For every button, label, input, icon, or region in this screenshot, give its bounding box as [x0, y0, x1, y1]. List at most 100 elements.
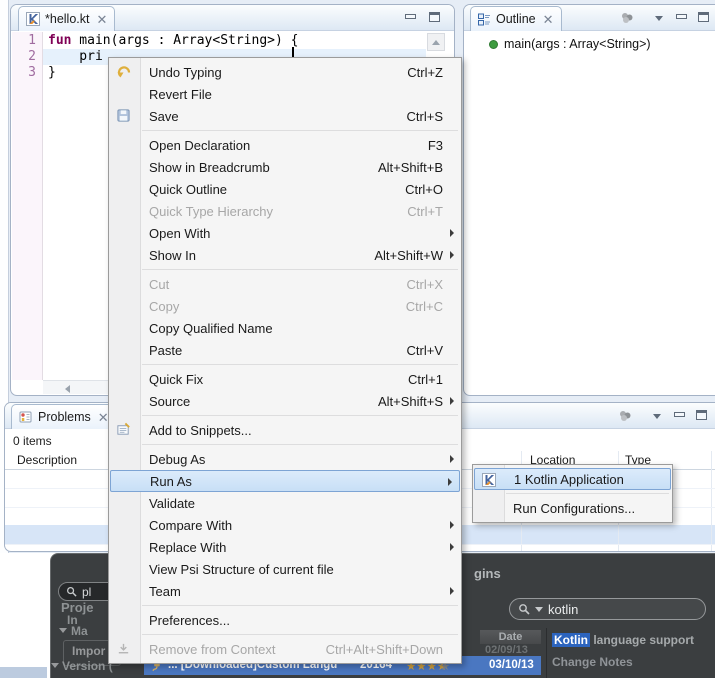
line-number-gutter: 1 2 3	[12, 32, 43, 380]
submenu-item-kotlin-application[interactable]: 1 Kotlin Application	[474, 468, 671, 490]
menu-separator	[506, 493, 669, 494]
undo-icon	[116, 64, 132, 80]
menu-item-copy: CopyCtrl+C	[109, 295, 461, 317]
menu-item-source[interactable]: SourceAlt+Shift+S	[109, 390, 461, 412]
menu-item-quick-fix[interactable]: Quick FixCtrl+1	[109, 368, 461, 390]
menu-item-add-to-snippets[interactable]: Add to Snippets...	[109, 419, 461, 441]
editor-tab-hello-kt[interactable]: *hello.kt ✕	[18, 6, 115, 31]
menu-item-validate[interactable]: Validate	[109, 492, 461, 514]
menu-separator	[142, 269, 458, 270]
menu-item-show-in[interactable]: Show InAlt+Shift+W	[109, 244, 461, 266]
menu-separator	[142, 634, 458, 635]
minimize-icon[interactable]	[674, 412, 685, 417]
menu-item-revert-file[interactable]: Revert File	[109, 83, 461, 105]
editor-context-menu: Undo TypingCtrl+Z Revert File SaveCtrl+S…	[108, 57, 462, 664]
date-column-header[interactable]: Date	[480, 630, 541, 644]
remove-context-icon	[116, 641, 132, 657]
menu-item-replace-with[interactable]: Replace With	[109, 536, 461, 558]
submenu-arrow-icon	[448, 478, 452, 486]
submenu-arrow-icon	[450, 229, 454, 237]
line-number: 1	[16, 33, 36, 49]
code-line-3: }	[48, 65, 56, 81]
menu-item-show-in-breadcrumb[interactable]: Show in BreadcrumbAlt+Shift+B	[109, 156, 461, 178]
plugins-search-text: kotlin	[548, 602, 578, 617]
background-label-ma: Ma	[71, 624, 88, 638]
collapse-triangle-icon[interactable]	[59, 628, 67, 633]
scroll-up-button[interactable]	[427, 33, 445, 51]
column-header-description[interactable]: Description	[17, 453, 77, 467]
menu-item-remove-from-context: Remove from ContextCtrl+Alt+Shift+Down	[109, 638, 461, 660]
menu-separator	[142, 364, 458, 365]
view-menu-icon[interactable]	[655, 16, 663, 21]
menu-item-copy-qualified-name[interactable]: Copy Qualified Name	[109, 317, 461, 339]
menu-item-open-declaration[interactable]: Open DeclarationF3	[109, 134, 461, 156]
background-label-version: Version (	[62, 659, 113, 673]
filter-icon[interactable]	[619, 11, 635, 30]
maximize-icon[interactable]	[696, 410, 707, 420]
menu-item-debug-as[interactable]: Debug As	[109, 448, 461, 470]
kotlin-file-icon	[26, 12, 40, 26]
plugins-dialog-title-fragment: gins	[474, 566, 501, 581]
search-icon	[66, 586, 77, 597]
run-as-submenu: 1 Kotlin Application Run Configurations.…	[472, 464, 673, 523]
code-line-1: fun main(args : Array<String>) {	[48, 33, 298, 49]
filter-icon[interactable]	[617, 409, 633, 428]
menu-separator	[142, 444, 458, 445]
close-icon[interactable]: ✕	[96, 13, 107, 26]
menu-item-preferences[interactable]: Preferences...	[109, 609, 461, 631]
code-line-2: pri	[48, 49, 103, 65]
submenu-arrow-icon	[450, 521, 454, 529]
view-menu-icon[interactable]	[653, 414, 661, 419]
change-notes-heading: Change Notes	[552, 655, 633, 669]
scroll-left-icon[interactable]	[65, 385, 70, 393]
problems-icon	[19, 410, 33, 424]
menu-item-compare-with[interactable]: Compare With	[109, 514, 461, 536]
minimize-icon[interactable]	[676, 14, 687, 19]
outline-tab-label: Outline	[496, 12, 536, 26]
outline-tab[interactable]: Outline ✕	[470, 6, 562, 31]
snippets-icon	[116, 422, 132, 438]
function-bullet-icon	[489, 40, 498, 49]
submenu-arrow-icon	[450, 587, 454, 595]
line-number: 2	[16, 49, 36, 65]
menu-separator	[142, 605, 458, 606]
kotlin-application-icon	[482, 473, 498, 489]
collapse-triangle-icon[interactable]	[51, 663, 59, 668]
submenu-arrow-icon	[450, 455, 454, 463]
background-window-edge	[0, 667, 47, 678]
plugin-row-date: 02/09/13	[485, 644, 528, 656]
maximize-icon[interactable]	[429, 12, 440, 22]
menu-item-save[interactable]: SaveCtrl+S	[109, 105, 461, 127]
menu-separator	[142, 130, 458, 131]
column-divider	[711, 451, 712, 551]
screen: gins pl Proje In Ma Impor Version ( kotl…	[0, 0, 715, 678]
outline-item-main[interactable]: main(args : Array<String>)	[504, 37, 651, 51]
problems-tab[interactable]: Problems ✕	[11, 404, 117, 429]
submenu-item-run-configurations[interactable]: Run Configurations...	[473, 497, 672, 519]
submenu-arrow-icon	[450, 251, 454, 259]
minimize-icon[interactable]	[405, 14, 416, 19]
editor-tab-label: *hello.kt	[45, 12, 89, 26]
search-icon	[518, 603, 530, 615]
menu-item-paste[interactable]: PasteCtrl+V	[109, 339, 461, 361]
menu-separator	[142, 415, 458, 416]
outline-view: Outline ✕ main(args : Array<String>)	[463, 4, 715, 396]
background-search-text: pl	[82, 585, 91, 599]
menu-item-quick-outline[interactable]: Quick OutlineCtrl+O	[109, 178, 461, 200]
problems-tab-label: Problems	[38, 410, 91, 424]
menu-item-undo-typing[interactable]: Undo TypingCtrl+Z	[109, 61, 461, 83]
menu-item-open-with[interactable]: Open With	[109, 222, 461, 244]
search-options-icon[interactable]	[535, 607, 543, 612]
maximize-icon[interactable]	[698, 12, 709, 22]
plugins-search-input[interactable]: kotlin	[509, 598, 706, 620]
menu-item-view-psi-structure[interactable]: View Psi Structure of current file	[109, 558, 461, 580]
outline-icon	[478, 13, 491, 26]
save-icon	[116, 108, 132, 124]
search-match-highlight: Kotlin	[552, 633, 590, 647]
submenu-arrow-icon	[450, 397, 454, 405]
close-icon[interactable]: ✕	[543, 13, 554, 26]
menu-item-team[interactable]: Team	[109, 580, 461, 602]
plugin-detail-title: Kotlin language support	[552, 633, 694, 647]
menu-item-cut: CutCtrl+X	[109, 273, 461, 295]
menu-item-run-as[interactable]: Run As	[110, 470, 460, 492]
